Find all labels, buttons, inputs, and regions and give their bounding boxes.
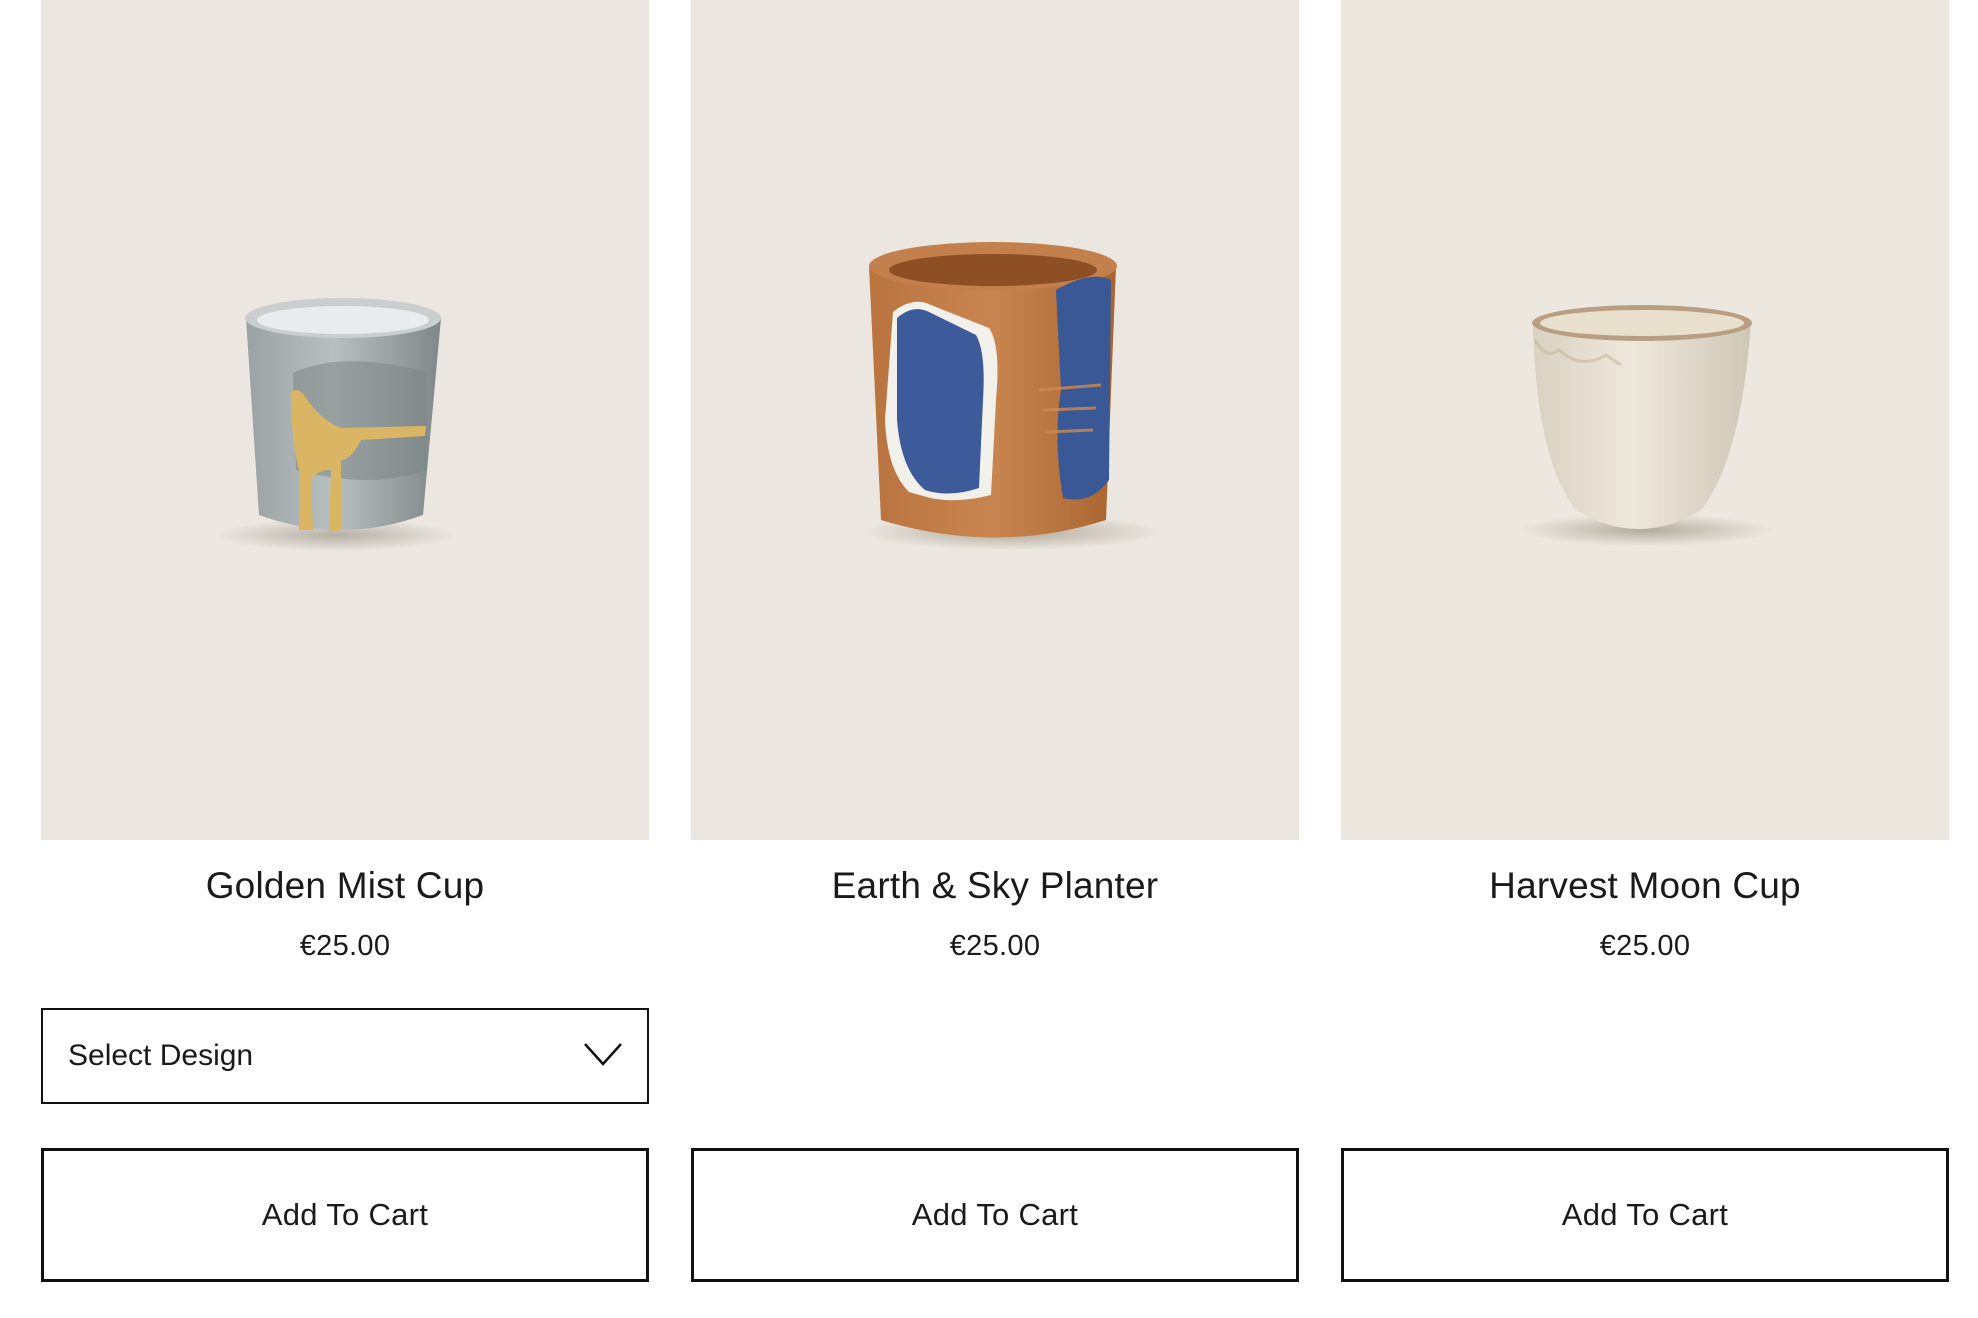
product-image[interactable] xyxy=(691,0,1299,840)
add-to-cart-label: Add To Cart xyxy=(261,1197,429,1232)
product-price: €25.00 xyxy=(1599,930,1691,962)
product-price: €25.00 xyxy=(299,930,391,962)
chevron-down-icon xyxy=(583,1040,623,1068)
add-to-cart-button[interactable]: Add To Cart xyxy=(1341,1148,1949,1282)
add-to-cart-label: Add To Cart xyxy=(911,1197,1079,1232)
cup-illustration xyxy=(1518,305,1774,546)
product-card-earth-sky-planter: Earth & Sky Planter €25.00 Add To Cart xyxy=(691,0,1299,1318)
planter-illustration xyxy=(861,242,1161,550)
select-design-label: Select Design xyxy=(68,1039,254,1072)
product-image[interactable] xyxy=(1341,0,1949,840)
product-title[interactable]: Golden Mist Cup xyxy=(41,862,649,910)
add-to-cart-label: Add To Cart xyxy=(1561,1197,1729,1232)
product-title[interactable]: Earth & Sky Planter xyxy=(691,862,1299,910)
product-grid: Golden Mist Cup €25.00 Select Design Add… xyxy=(41,0,1949,1318)
cup-illustration xyxy=(216,298,456,551)
select-design-dropdown[interactable]: Select Design xyxy=(41,1008,649,1104)
product-title[interactable]: Harvest Moon Cup xyxy=(1341,862,1949,910)
add-to-cart-button[interactable]: Add To Cart xyxy=(41,1148,649,1282)
product-card-harvest-moon-cup: Harvest Moon Cup €25.00 Add To Cart xyxy=(1341,0,1949,1318)
product-price: €25.00 xyxy=(949,930,1041,962)
product-image[interactable] xyxy=(41,0,649,840)
product-card-golden-mist-cup: Golden Mist Cup €25.00 Select Design Add… xyxy=(41,0,649,1318)
add-to-cart-button[interactable]: Add To Cart xyxy=(691,1148,1299,1282)
